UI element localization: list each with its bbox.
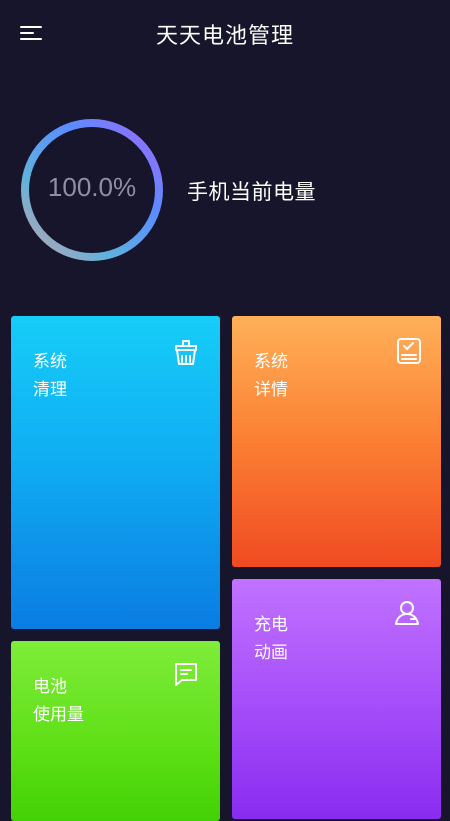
card-label-line1: 系统 — [33, 352, 67, 372]
broom-basket-icon — [171, 338, 201, 368]
page-title: 天天电池管理 — [155, 24, 294, 49]
checklist-tablet-icon — [394, 336, 424, 366]
system-detail-card[interactable]: 系统 详情 — [232, 316, 441, 567]
battery-label: 手机当前电量 — [187, 180, 316, 204]
battery-usage-card[interactable]: 电池 使用量 — [11, 641, 220, 821]
card-label-line1: 电池 — [33, 677, 67, 697]
app-header: 天天电池管理 — [0, 0, 450, 66]
battery-gauge: 100.0% — [18, 116, 166, 264]
user-icon — [392, 597, 422, 627]
system-clean-card[interactable]: 系统 清理 — [11, 316, 220, 629]
card-label-line2: 详情 — [254, 380, 288, 400]
card-label-line2: 动画 — [254, 643, 288, 663]
battery-percent: 100.0% — [47, 172, 137, 202]
charging-animation-card[interactable]: 充电 动画 — [232, 579, 441, 819]
message-icon — [171, 659, 201, 689]
card-label-line1: 系统 — [254, 352, 288, 372]
card-label-line1: 充电 — [254, 615, 288, 635]
card-label-line2: 使用量 — [33, 705, 84, 725]
card-label-line2: 清理 — [33, 380, 67, 400]
